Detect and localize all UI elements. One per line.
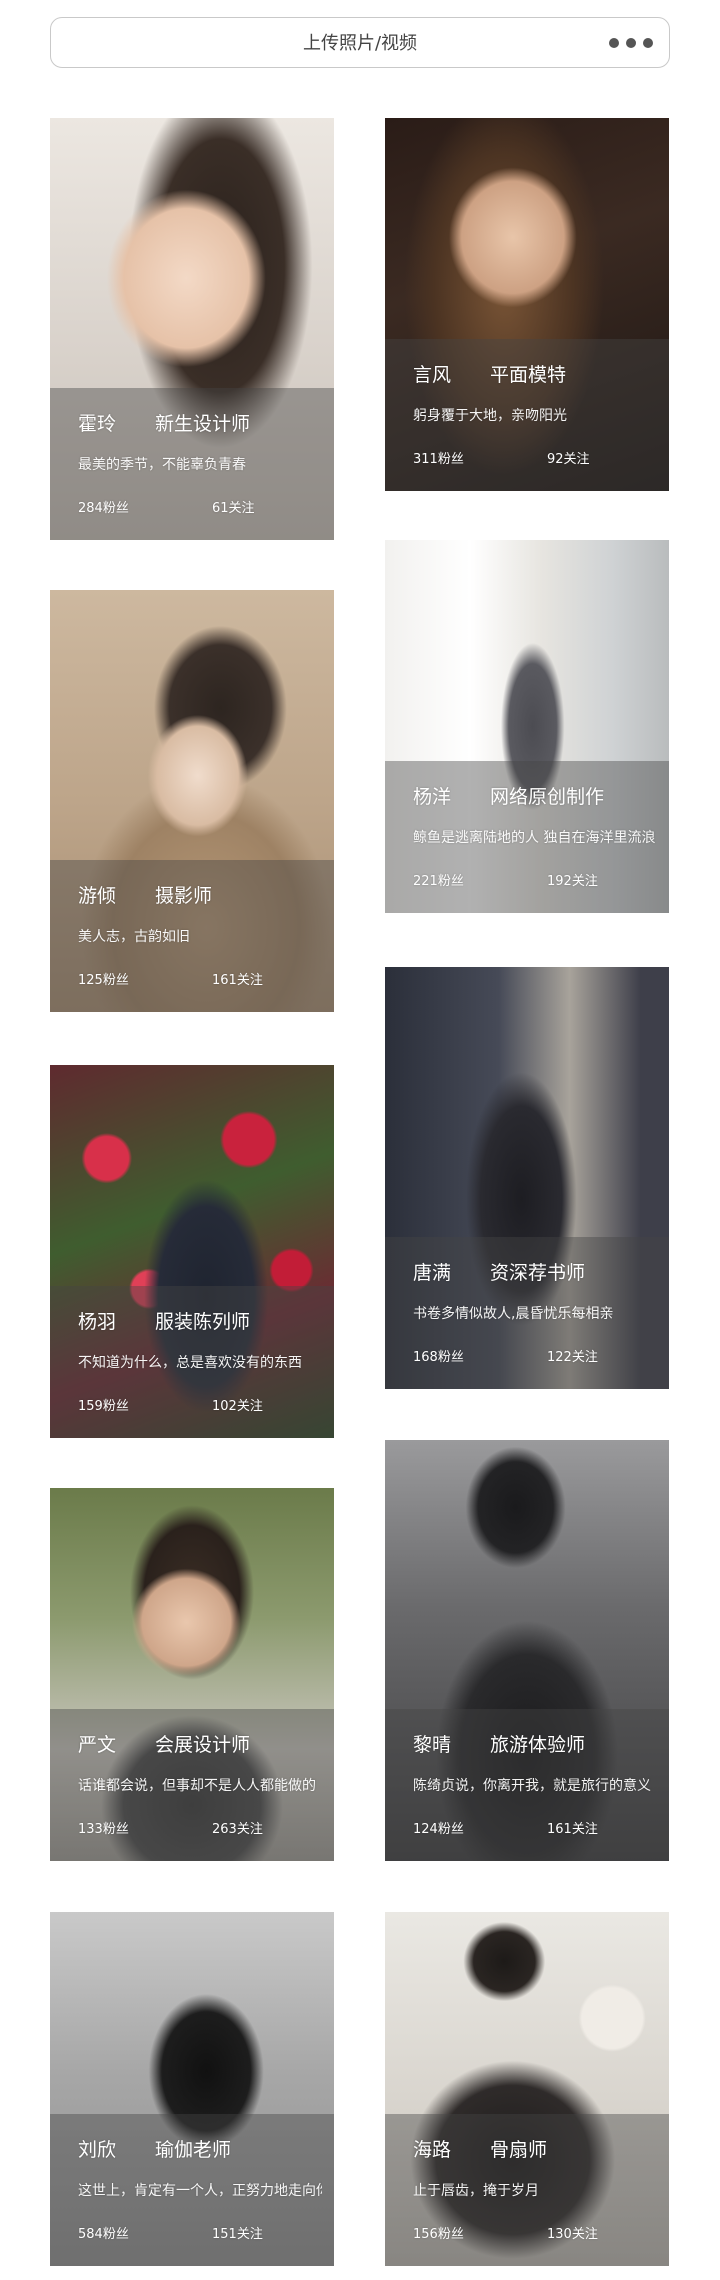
follow-count: 161关注 — [212, 973, 263, 988]
profile-role: 旅游体验师 — [490, 1734, 586, 1756]
profile-motto: 这世上，肯定有一个人，正努力地走向你 — [78, 2183, 322, 2199]
fans-count: 133粉丝 — [78, 1822, 129, 1837]
follow-count: 263关注 — [212, 1822, 263, 1837]
profile-card[interactable]: 黎晴 旅游体验师 陈绮贞说，你离开我，就是旅行的意义 124粉丝 161关注 — [385, 1440, 669, 1861]
profile-role: 网络原创制作 — [490, 786, 605, 808]
fans-count: 156粉丝 — [413, 2227, 464, 2242]
follow-count: 92关注 — [547, 452, 590, 467]
follow-count: 102关注 — [212, 1399, 263, 1414]
profile-motto: 陈绮贞说，你离开我，就是旅行的意义 — [413, 1778, 651, 1794]
profile-role: 平面模特 — [490, 364, 567, 386]
fans-count: 159粉丝 — [78, 1399, 129, 1414]
more-dots-icon[interactable] — [609, 37, 653, 49]
profile-name: 杨洋 — [413, 786, 452, 808]
top-bar: 上传照片/视频 — [50, 17, 670, 68]
fans-count: 124粉丝 — [413, 1822, 464, 1837]
profile-motto: 话谁都会说，但事却不是人人都能做的 — [78, 1778, 316, 1794]
profile-card[interactable]: 游倾 摄影师 美人志，古韵如旧 125粉丝 161关注 — [50, 590, 334, 1012]
profile-name: 霍玲 — [78, 413, 117, 435]
follow-count: 122关注 — [547, 1350, 598, 1365]
profile-role: 会展设计师 — [155, 1734, 251, 1756]
profile-motto: 美人志，古韵如旧 — [78, 929, 190, 945]
profile-motto: 不知道为什么，总是喜欢没有的东西 — [78, 1355, 302, 1371]
profile-name: 杨羽 — [78, 1311, 117, 1333]
follow-count: 61关注 — [212, 501, 255, 516]
profile-card[interactable]: 霍玲 新生设计师 最美的季节，不能辜负青春 284粉丝 61关注 — [50, 118, 334, 540]
fans-count: 125粉丝 — [78, 973, 129, 988]
profile-role: 瑜伽老师 — [155, 2139, 232, 2161]
profile-motto: 躬身覆于大地，亲吻阳光 — [413, 408, 567, 424]
follow-count: 161关注 — [547, 1822, 598, 1837]
fans-count: 168粉丝 — [413, 1350, 464, 1365]
profile-motto: 最美的季节，不能辜负青春 — [78, 457, 246, 473]
profile-card[interactable]: 杨羽 服装陈列师 不知道为什么，总是喜欢没有的东西 159粉丝 102关注 — [50, 1065, 334, 1438]
fans-count: 584粉丝 — [78, 2227, 129, 2242]
follow-count: 192关注 — [547, 874, 598, 889]
profile-name: 唐满 — [413, 1262, 452, 1284]
profile-role: 资深荐书师 — [490, 1262, 586, 1284]
profile-name: 刘欣 — [78, 2139, 117, 2161]
profile-name: 游倾 — [78, 885, 117, 907]
profile-motto: 鲸鱼是逃离陆地的人 独自在海洋里流浪 — [413, 830, 656, 846]
fans-count: 221粉丝 — [413, 874, 464, 889]
profile-card[interactable]: 海路 骨扇师 止于唇齿，掩于岁月 156粉丝 130关注 — [385, 1912, 669, 2266]
profile-motto: 止于唇齿，掩于岁月 — [413, 2183, 539, 2199]
profile-card[interactable]: 杨洋 网络原创制作 鲸鱼是逃离陆地的人 独自在海洋里流浪 221粉丝 192关注 — [385, 540, 669, 913]
fans-count: 311粉丝 — [413, 452, 464, 467]
upload-title[interactable]: 上传照片/视频 — [51, 18, 669, 69]
profile-motto: 书卷多情似故人,晨昏忧乐每相亲 — [413, 1306, 614, 1322]
profile-role: 服装陈列师 — [155, 1311, 251, 1333]
profile-role: 摄影师 — [155, 885, 213, 907]
profile-card[interactable]: 唐满 资深荐书师 书卷多情似故人,晨昏忧乐每相亲 168粉丝 122关注 — [385, 967, 669, 1389]
profile-role: 骨扇师 — [490, 2139, 548, 2161]
profile-name: 海路 — [413, 2139, 452, 2161]
follow-count: 130关注 — [547, 2227, 598, 2242]
profile-name: 黎晴 — [413, 1734, 452, 1756]
follow-count: 151关注 — [212, 2227, 263, 2242]
profile-name: 严文 — [78, 1734, 117, 1756]
profile-card[interactable]: 刘欣 瑜伽老师 这世上，肯定有一个人，正努力地走向你 584粉丝 151关注 — [50, 1912, 334, 2266]
fans-count: 284粉丝 — [78, 501, 129, 516]
profile-card[interactable]: 严文 会展设计师 话谁都会说，但事却不是人人都能做的 133粉丝 263关注 — [50, 1488, 334, 1861]
profile-name: 言风 — [413, 364, 452, 386]
profile-role: 新生设计师 — [155, 413, 251, 435]
profile-card[interactable]: 言风 平面模特 躬身覆于大地，亲吻阳光 311粉丝 92关注 — [385, 118, 669, 491]
